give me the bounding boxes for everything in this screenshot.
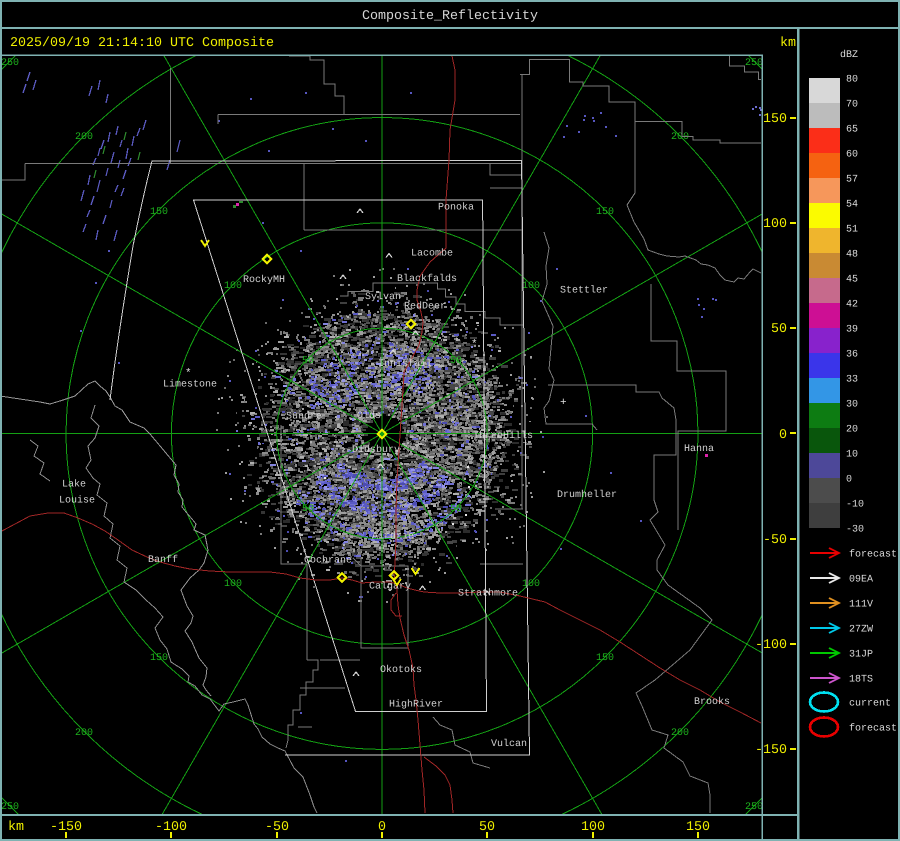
svg-text:*: * — [185, 368, 192, 380]
svg-text:42: 42 — [846, 300, 858, 311]
svg-text:80: 80 — [846, 75, 858, 86]
svg-text:20: 20 — [846, 425, 858, 436]
svg-text:27ZW: 27ZW — [849, 625, 873, 636]
svg-text:150: 150 — [596, 653, 614, 664]
svg-text:100: 100 — [224, 281, 242, 292]
svg-text:150: 150 — [150, 653, 168, 664]
svg-text:current: current — [849, 699, 891, 710]
svg-text:Calgary: Calgary — [369, 581, 411, 593]
svg-text:70: 70 — [846, 100, 858, 111]
svg-text:200: 200 — [75, 728, 93, 739]
svg-text:-50: -50 — [763, 533, 787, 548]
svg-text:33: 33 — [846, 375, 858, 386]
svg-text:45: 45 — [846, 275, 858, 286]
svg-text:Drumheller: Drumheller — [557, 489, 617, 501]
svg-text:09EA: 09EA — [849, 575, 873, 586]
svg-text:Lake: Lake — [62, 479, 86, 491]
svg-text:54: 54 — [846, 200, 858, 211]
svg-text:ThreeHills: ThreeHills — [473, 430, 533, 442]
svg-text:150: 150 — [596, 207, 614, 218]
svg-text:RedDeer: RedDeer — [404, 301, 446, 313]
svg-text:dBZ: dBZ — [840, 49, 858, 61]
svg-text:100: 100 — [224, 579, 242, 590]
svg-text:150: 150 — [150, 207, 168, 218]
svg-text:Didsbury: Didsbury — [352, 444, 400, 456]
svg-text:100: 100 — [763, 217, 787, 232]
svg-text:150: 150 — [763, 112, 787, 127]
svg-text:RockyMH: RockyMH — [243, 274, 285, 286]
svg-text:+: + — [560, 397, 567, 409]
svg-text:forecast: forecast — [849, 549, 897, 561]
svg-text:39: 39 — [846, 325, 858, 336]
svg-text:HighRiver: HighRiver — [389, 699, 443, 711]
svg-text:2025/09/19 21:14:10 UTC Compos: 2025/09/19 21:14:10 UTC Composite — [10, 36, 274, 51]
svg-text:50: 50 — [450, 356, 462, 367]
svg-text:Stettler: Stettler — [560, 285, 608, 297]
svg-text:48: 48 — [846, 250, 858, 261]
svg-text:200: 200 — [75, 132, 93, 143]
svg-text:*: * — [471, 339, 478, 351]
svg-text:0: 0 — [779, 428, 787, 443]
svg-text:50: 50 — [302, 356, 314, 367]
svg-text:31JP: 31JP — [849, 650, 873, 661]
svg-text:50: 50 — [302, 504, 314, 515]
svg-text:60: 60 — [846, 150, 858, 161]
svg-text:Cochrane: Cochrane — [304, 555, 352, 567]
svg-text:Vulcan: Vulcan — [491, 738, 527, 750]
svg-text:Sundre: Sundre — [286, 411, 322, 423]
svg-text:km: km — [780, 36, 796, 51]
svg-text:Banff: Banff — [148, 554, 178, 566]
svg-text:Sylvan: Sylvan — [365, 291, 401, 303]
svg-text:250: 250 — [1, 58, 19, 69]
svg-text:50: 50 — [771, 322, 787, 337]
svg-text:200: 200 — [671, 728, 689, 739]
svg-text:0: 0 — [846, 475, 852, 486]
svg-text:10: 10 — [846, 450, 858, 461]
svg-text:18TS: 18TS — [849, 675, 873, 686]
svg-text:Ponoka: Ponoka — [438, 202, 474, 214]
svg-text:65: 65 — [846, 125, 858, 136]
svg-text:Blackfalds: Blackfalds — [397, 273, 457, 285]
svg-text:200: 200 — [671, 132, 689, 143]
svg-text:-150: -150 — [755, 743, 787, 758]
svg-text:Airdrie: Airdrie — [372, 531, 414, 543]
svg-text:-100: -100 — [755, 638, 787, 653]
svg-text:50: 50 — [450, 504, 462, 515]
svg-text:Lacombe: Lacombe — [411, 248, 453, 260]
svg-text:111V: 111V — [849, 600, 873, 611]
svg-text:250: 250 — [745, 802, 763, 813]
svg-text:Hanna: Hanna — [684, 444, 714, 455]
svg-text:km: km — [8, 820, 24, 835]
svg-text:Composite_Reflectivity: Composite_Reflectivity — [362, 9, 538, 24]
svg-text:250: 250 — [1, 802, 19, 813]
svg-text:30: 30 — [846, 400, 858, 411]
svg-text:Strathmore: Strathmore — [458, 588, 518, 600]
svg-text:250: 250 — [745, 58, 763, 69]
svg-text:-10: -10 — [846, 500, 864, 511]
svg-text:Limestone: Limestone — [163, 379, 217, 391]
svg-text:57: 57 — [846, 175, 858, 186]
svg-text:forecast: forecast — [849, 723, 897, 735]
svg-text:36: 36 — [846, 350, 858, 361]
svg-text:Olds: Olds — [357, 410, 381, 422]
svg-text:Okotoks: Okotoks — [380, 664, 422, 676]
svg-text:51: 51 — [846, 225, 858, 236]
svg-text:-30: -30 — [846, 525, 864, 536]
svg-text:Louise: Louise — [59, 495, 95, 507]
svg-text:100: 100 — [522, 281, 540, 292]
svg-text:100: 100 — [522, 579, 540, 590]
svg-text:Brooks: Brooks — [694, 696, 730, 708]
svg-text:Innisfail: Innisfail — [378, 358, 432, 370]
